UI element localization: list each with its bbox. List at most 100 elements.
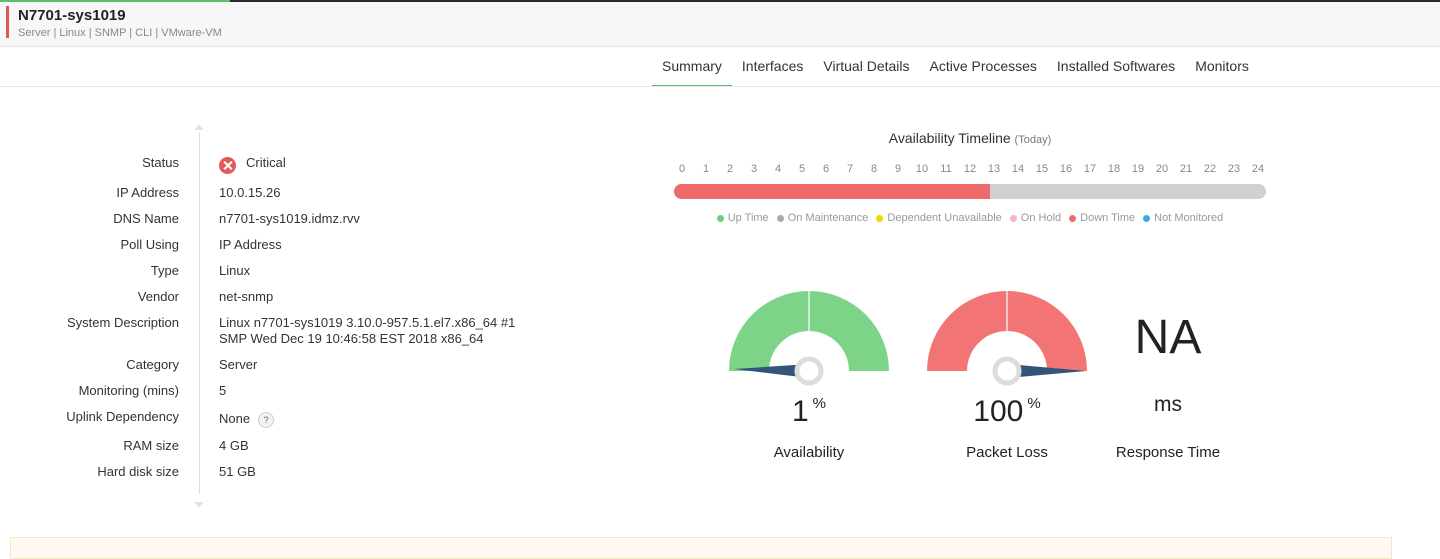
prop-label: Hard disk size [97, 464, 179, 479]
timeline-subtitle: (Today) [1014, 134, 1052, 146]
prop-label: IP Address [116, 185, 179, 200]
prop-label: Uplink Dependency [66, 409, 179, 424]
legend-label: Dependent Unavailable [887, 212, 1002, 224]
legend-label: On Maintenance [787, 212, 869, 224]
timeline-down-segment[interactable] [674, 184, 990, 199]
tab-interfaces[interactable]: Interfaces [732, 47, 813, 87]
prop-value: 10.0.15.26 [219, 185, 281, 200]
legend-dot-icon [1009, 214, 1017, 222]
timeline-hour-label: 22 [1203, 163, 1217, 175]
sysdesc-line-2: SMP Wed Dec 19 10:46:58 EST 2018 x86_64 [219, 331, 484, 346]
legend-item[interactable]: Up Time [716, 212, 769, 224]
timeline-hour-label: 8 [870, 163, 878, 175]
timeline-hour-label: 19 [1131, 163, 1145, 175]
prop-value: 4 GB [219, 438, 249, 453]
legend-item[interactable]: Down Time [1069, 212, 1135, 224]
packet-loss-number: 100 [973, 395, 1024, 428]
sysdesc-line-1: Linux n7701-sys1019 3.10.0-957.5.1.el7.x… [219, 315, 516, 330]
packet-loss-unit: % [1027, 395, 1041, 412]
prop-label: Poll Using [120, 237, 179, 252]
device-tags: Server | Linux | SNMP | CLI | VMware-VM [18, 27, 222, 39]
prop-label: Monitoring (mins) [78, 383, 179, 398]
prop-value: Linux n7701-sys1019 3.10.0-957.5.1.el7.x… [219, 315, 539, 347]
timeline-title: Availability Timeline (Today) [674, 130, 1266, 146]
packet-loss-gauge-hub [992, 356, 1022, 386]
prop-value: 51 GB [219, 464, 256, 479]
device-name: N7701-sys1019 [18, 7, 126, 24]
timeline-hours: 0 1 2 3 4 5 6 7 8 9 10 11 12 13 14 15 16 17 18 19 20 21 22 23 24 [674, 163, 1266, 177]
packet-loss-gauge [927, 291, 1087, 386]
timeline-hour-label: 16 [1059, 163, 1073, 175]
prop-value: Server [219, 357, 258, 372]
tab-summary[interactable]: Summary [652, 47, 732, 87]
timeline-hour-label: 9 [894, 163, 902, 175]
scroll-up-arrow-icon[interactable] [194, 124, 204, 130]
availability-label: Availability [773, 444, 845, 461]
status-accent-bar [6, 6, 9, 38]
timeline-hour-label: 24 [1251, 163, 1265, 175]
timeline-hour-label: 17 [1083, 163, 1097, 175]
tab-monitors[interactable]: Monitors [1185, 47, 1259, 87]
prop-label: Category [126, 357, 179, 372]
prop-label: System Description [67, 315, 179, 330]
timeline-hour-label: 0 [678, 163, 686, 175]
uplink-value: None [219, 411, 251, 426]
timeline-hour-label: 5 [798, 163, 806, 175]
help-icon[interactable]: ? [258, 411, 275, 428]
timeline-bar[interactable] [674, 184, 1266, 199]
prop-label: RAM size [123, 438, 179, 453]
timeline-hour-label: 20 [1155, 163, 1169, 175]
prop-value: Critical [246, 155, 286, 170]
timeline-hour-label: 10 [915, 163, 929, 175]
tab-virtual-details[interactable]: Virtual Details [813, 47, 919, 87]
timeline-hour-label: 23 [1227, 163, 1241, 175]
critical-x-icon [219, 157, 236, 174]
availability-gauge [729, 291, 889, 386]
legend-item[interactable]: On Hold [1009, 212, 1062, 224]
timeline-hour-label: 13 [987, 163, 1001, 175]
timeline-hour-label: 12 [963, 163, 977, 175]
timeline-hour-label: 21 [1179, 163, 1193, 175]
scroll-down-arrow-icon[interactable] [194, 502, 204, 508]
legend-label: Up Time [727, 212, 769, 224]
timeline-hour-label: 1 [702, 163, 710, 175]
legend-dot-icon [1143, 214, 1151, 222]
timeline-hour-label: 15 [1035, 163, 1049, 175]
prop-label: DNS Name [113, 211, 179, 226]
legend-dot-icon [876, 214, 884, 222]
prop-value: 5 [219, 383, 227, 398]
response-time-label: Response Time [1115, 444, 1221, 461]
timeline-hour-label: 3 [750, 163, 758, 175]
prop-value: net-snmp [219, 289, 274, 304]
timeline-hour-label: 7 [846, 163, 854, 175]
prop-label: Vendor [137, 289, 179, 304]
tab-installed-softwares[interactable]: Installed Softwares [1047, 47, 1185, 87]
prop-value: n7701-sys1019.idmz.rvv [219, 211, 360, 226]
legend-item[interactable]: On Maintenance [776, 212, 869, 224]
tab-bar: Summary Interfaces Virtual Details Activ… [652, 47, 1259, 87]
packet-loss-label: Packet Loss [966, 444, 1048, 461]
prop-value: Linux [219, 263, 251, 278]
legend-label: Not Monitored [1154, 212, 1224, 224]
timeline-hour-label: 6 [822, 163, 830, 175]
timeline-hour-label: 14 [1011, 163, 1025, 175]
legend-dot-icon [716, 214, 724, 222]
legend-dot-icon [1069, 214, 1077, 222]
prop-value: IP Address [219, 237, 282, 252]
legend-dot-icon [776, 214, 784, 222]
prop-label: Type [150, 263, 179, 278]
legend-item[interactable]: Not Monitored [1143, 212, 1223, 224]
prop-label: Status [142, 155, 179, 170]
legend-label: On Hold [1020, 212, 1062, 224]
tab-divider [0, 86, 1440, 87]
tab-active-processes[interactable]: Active Processes [920, 47, 1047, 87]
availability-unit: % [812, 395, 827, 412]
response-time-value: NA [1134, 311, 1202, 364]
legend-item[interactable]: Dependent Unavailable [876, 212, 1002, 224]
response-time-unit: ms [1154, 393, 1182, 416]
availability-gauge-hub [794, 356, 824, 386]
panel-divider [199, 132, 200, 494]
timeline-legend: Up Time On Maintenance Dependent Unavailab… [674, 212, 1266, 224]
timeline-hour-label: 4 [774, 163, 782, 175]
timeline-title-text: Availability Timeline [888, 130, 1011, 146]
